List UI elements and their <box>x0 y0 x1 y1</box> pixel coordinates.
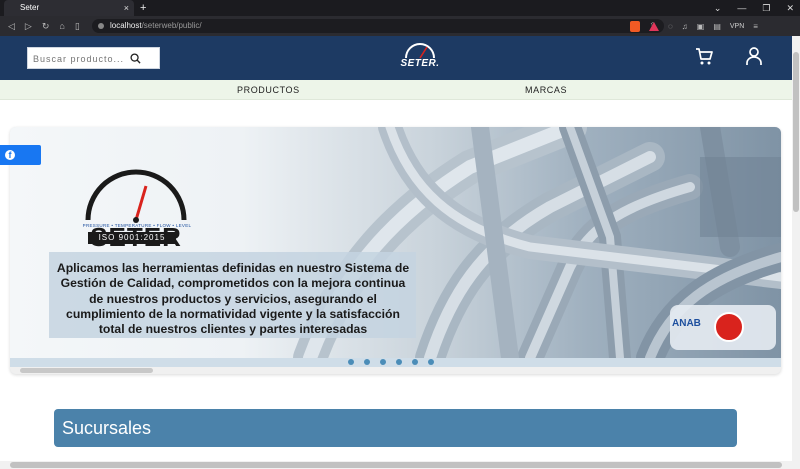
hero-carousel[interactable]: SETER ISO 9001:2015 PRESSURE • TEMPERATU… <box>10 127 781 374</box>
menu-item-productos[interactable]: PRODUCTOS <box>237 80 300 100</box>
wallet-icon[interactable]: ▤ <box>713 22 721 31</box>
browser-tab-bar: Seter × + ⌄ — ❐ ✕ <box>0 0 800 16</box>
carousel-slide: SETER ISO 9001:2015 PRESSURE • TEMPERATU… <box>10 127 781 358</box>
logo-tagline: PRESSURE • TEMPERATURE • FLOW • LEVEL <box>82 223 192 228</box>
nav-buttons: ◁ ▷ ↻ ⌂ ▯ <box>8 16 80 36</box>
url-path: /seterweb/public/ <box>141 21 202 30</box>
browser-tab[interactable]: Seter × <box>4 0 134 16</box>
reload-icon[interactable]: ↻ <box>42 16 50 36</box>
close-window-icon[interactable]: ✕ <box>786 0 794 16</box>
bookmark-icon[interactable]: ▯ <box>75 16 80 36</box>
menu-item-marcas[interactable]: MARCAS <box>525 80 567 100</box>
iso-certification-label: ISO 9001:2015 <box>88 232 176 244</box>
new-tab-button[interactable]: + <box>140 0 146 16</box>
carousel-dot-2[interactable] <box>364 359 370 365</box>
carousel-dot-3[interactable] <box>380 359 386 365</box>
minimize-icon[interactable]: — <box>737 0 746 16</box>
tab-title: Seter <box>20 3 40 12</box>
search-box <box>27 47 160 69</box>
search-icon[interactable] <box>130 53 141 64</box>
carousel-scroll-thumb[interactable] <box>20 368 153 373</box>
search-input[interactable] <box>33 51 125 66</box>
brave-shield-icon[interactable] <box>630 20 640 32</box>
browser-toolbar: ◁ ▷ ↻ ⌂ ▯ localhost/seterweb/public/ ⇪ ◌… <box>0 16 800 36</box>
sidebar-icon[interactable]: ▣ <box>697 22 705 31</box>
logo-text: SETER. <box>400 58 440 69</box>
carousel-dot-4[interactable] <box>396 359 402 365</box>
page-horizontal-scrollbar[interactable] <box>0 461 800 469</box>
page-viewport: SETER. PRODUCTOS MARCAS <box>0 36 792 461</box>
certification-seal-icon <box>714 312 744 342</box>
forward-icon[interactable]: ▷ <box>25 16 32 36</box>
home-icon[interactable]: ⌂ <box>59 16 64 36</box>
horizontal-scroll-thumb[interactable] <box>10 462 782 468</box>
brave-rewards-icon[interactable] <box>649 21 659 31</box>
url-host: localhost <box>110 21 142 30</box>
close-tab-icon[interactable]: × <box>124 0 129 16</box>
address-bar[interactable]: localhost/seterweb/public/ ⇪ <box>92 19 664 33</box>
quality-policy-text: Aplicamos las herramientas definidas en … <box>56 261 410 337</box>
cart-icon[interactable] <box>694 46 714 66</box>
site-header: SETER. <box>0 36 792 80</box>
carousel-dot-6[interactable] <box>428 359 434 365</box>
carousel-dot-1[interactable] <box>348 359 354 365</box>
back-icon[interactable]: ◁ <box>8 16 15 36</box>
menu-icon[interactable]: ≡ <box>753 22 758 31</box>
carousel-dot-5[interactable] <box>412 359 418 365</box>
facebook-icon: f <box>5 150 15 160</box>
music-icon[interactable]: ♫ <box>682 22 688 31</box>
restore-icon[interactable]: ❐ <box>762 0 770 16</box>
main-menu: PRODUCTOS MARCAS <box>0 80 792 100</box>
carousel-indicators <box>348 359 434 365</box>
anab-badge: ANAB <box>672 318 701 329</box>
page-vertical-scrollbar[interactable] <box>792 36 800 461</box>
chevron-down-icon[interactable]: ⌄ <box>714 0 722 16</box>
sucursales-heading: Sucursales <box>54 409 737 447</box>
site-logo[interactable]: SETER. <box>394 42 446 74</box>
chat-icon[interactable]: ◌ <box>668 22 673 31</box>
vertical-scroll-thumb[interactable] <box>793 52 799 212</box>
facebook-share-button[interactable]: f <box>0 145 41 165</box>
site-info-icon[interactable] <box>98 23 104 29</box>
extension-icons: ◌ ♫ ▣ ▤ VPN ≡ <box>630 16 758 36</box>
vpn-button[interactable]: VPN <box>730 23 744 30</box>
window-controls: ⌄ — ❐ ✕ <box>714 0 794 16</box>
user-icon[interactable] <box>745 46 763 66</box>
carousel-scrollbar[interactable] <box>10 367 781 374</box>
